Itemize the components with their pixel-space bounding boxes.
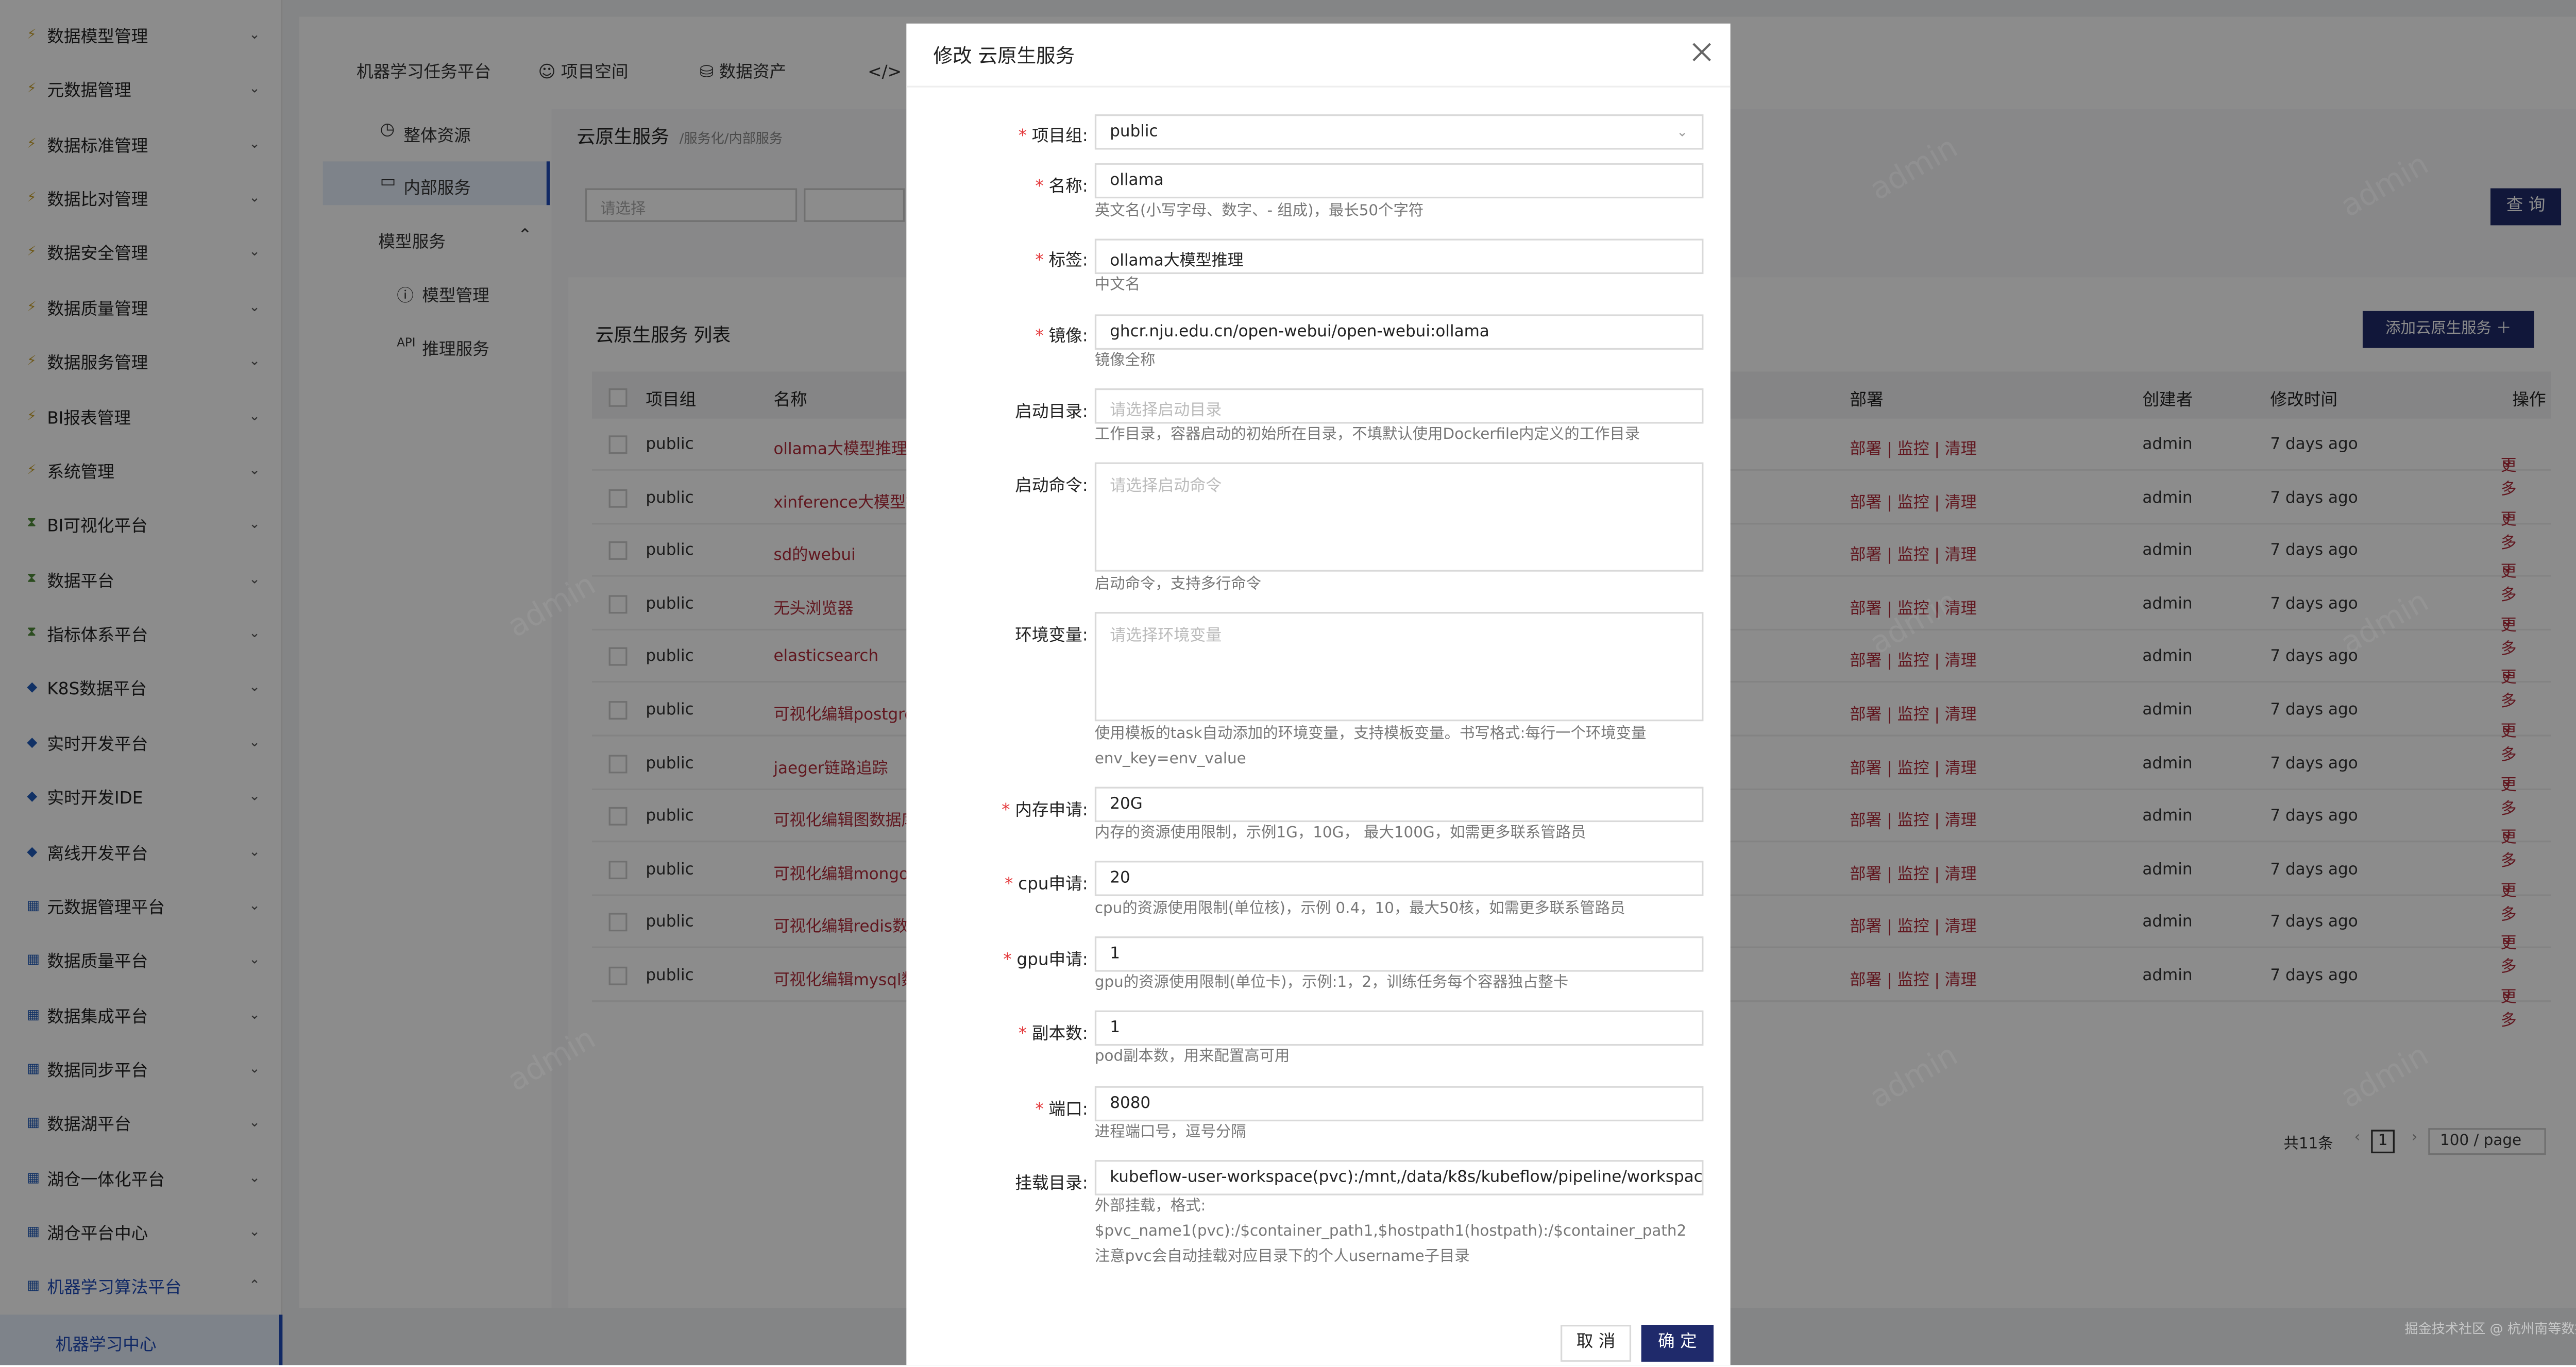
mount-label: 挂载目录: [1015, 1175, 1088, 1194]
workdir-label: 启动目录: [1015, 403, 1088, 422]
command-textarea[interactable]: 请选择启动命令 [1094, 462, 1704, 572]
gpu-label: * gpu申请: [1003, 951, 1088, 970]
image-input[interactable]: ghcr.nju.edu.cn/open-webui/open-webui:ol… [1094, 314, 1704, 350]
project-select[interactable]: public [1094, 114, 1704, 150]
watermark: admin [2335, 146, 2435, 225]
port-label: * 端口: [1035, 1101, 1088, 1120]
env-textarea[interactable]: 请选择环境变量 [1094, 612, 1704, 722]
edit-service-dialog: 修改 云原生服务 * 项目组: public ⌄ * 名称: ollama 英文名(… [906, 23, 1731, 1365]
watermark: admin [1864, 1037, 1964, 1116]
tag-label: * 标签: [1035, 252, 1088, 271]
workdir-input[interactable]: 请选择启动目录 [1094, 388, 1704, 424]
workdir-help: 工作目录，容器启动的初始所在目录，不填默认使用Dockerfile内定义的工作目… [1094, 427, 1640, 444]
tag-help: 中文名 [1094, 277, 1141, 295]
chevron-down-icon: ⌄ [1676, 124, 1688, 140]
watermark: admin [1864, 584, 1964, 662]
port-input[interactable]: 8080 [1094, 1086, 1704, 1122]
memory-help: 内存的资源使用限制，示例1G，10G， 最大100G，如需更多联系管路员 [1094, 825, 1586, 843]
replicas-label: * 副本数: [1018, 1026, 1088, 1044]
name-label: * 名称: [1035, 178, 1088, 197]
memory-label: * 内存申请: [1002, 801, 1088, 821]
cpu-help: cpu的资源使用限制(单位核)，示例 0.4，10，最大50核，如需更多联系管路… [1094, 901, 1625, 918]
replicas-help: pod副本数，用来配置高可用 [1094, 1049, 1290, 1066]
gpu-input[interactable]: 1 [1094, 936, 1704, 972]
image-label: * 镜像: [1035, 328, 1088, 347]
close-icon[interactable] [1690, 40, 1714, 64]
dialog-title: 修改 云原生服务 [933, 43, 1075, 67]
memory-input[interactable]: 20G [1094, 787, 1704, 823]
name-input[interactable]: ollama [1094, 163, 1704, 199]
cpu-label: * cpu申请: [1005, 876, 1088, 895]
project-label: * 项目组: [1018, 128, 1088, 146]
watermark: admin [2335, 584, 2435, 662]
watermark: admin [502, 567, 602, 645]
name-help: 英文名(小写字母、数字、- 组成)，最长50个字符 [1094, 203, 1424, 220]
replicas-input[interactable]: 1 [1094, 1010, 1704, 1046]
confirm-button[interactable]: 确 定 [1641, 1325, 1714, 1362]
image-help: 镜像全称 [1094, 353, 1156, 370]
watermark: admin [2335, 1037, 2435, 1116]
mount-input[interactable]: kubeflow-user-workspace(pvc):/mnt,/data/… [1094, 1160, 1704, 1195]
env-label: 环境变量: [1015, 627, 1088, 646]
watermark: admin [1864, 130, 1964, 208]
command-label: 启动命令: [1015, 477, 1088, 496]
cancel-button[interactable]: 取 消 [1560, 1325, 1632, 1362]
cpu-input[interactable]: 20 [1094, 861, 1704, 896]
tag-input[interactable]: ollama大模型推理 [1094, 238, 1704, 275]
gpu-help: gpu的资源使用限制(单位卡)，示例:1，2，训练任务每个容器独占整卡 [1094, 975, 1569, 992]
watermark: admin [502, 1021, 602, 1099]
app-root: ⚡ 数据模型管理 ⌄ ⚡ 元数据管理 ⌄ ⚡ 数据标准管理 ⌄ ⚡ 数据比对管理 ⌄ ⚡ 数据安全… [0, 0, 2576, 1365]
env-help: 使用模板的task自动添加的环境变量，支持模板变量。书写格式:每行一个环境变量 e… [1094, 726, 1647, 768]
dialog-header: 修改 云原生服务 [906, 24, 1731, 88]
mount-help: 外部挂载，格式: $pvc_name1(pvc):/$container_path… [1094, 1199, 1687, 1266]
footer-note: 掘金技术社区 @ 杭州南等数据科技 [2404, 1321, 2576, 1337]
port-help: 进程端口号，逗号分隔 [1094, 1124, 1246, 1142]
command-help: 启动命令，支持多行命令 [1094, 576, 1262, 594]
